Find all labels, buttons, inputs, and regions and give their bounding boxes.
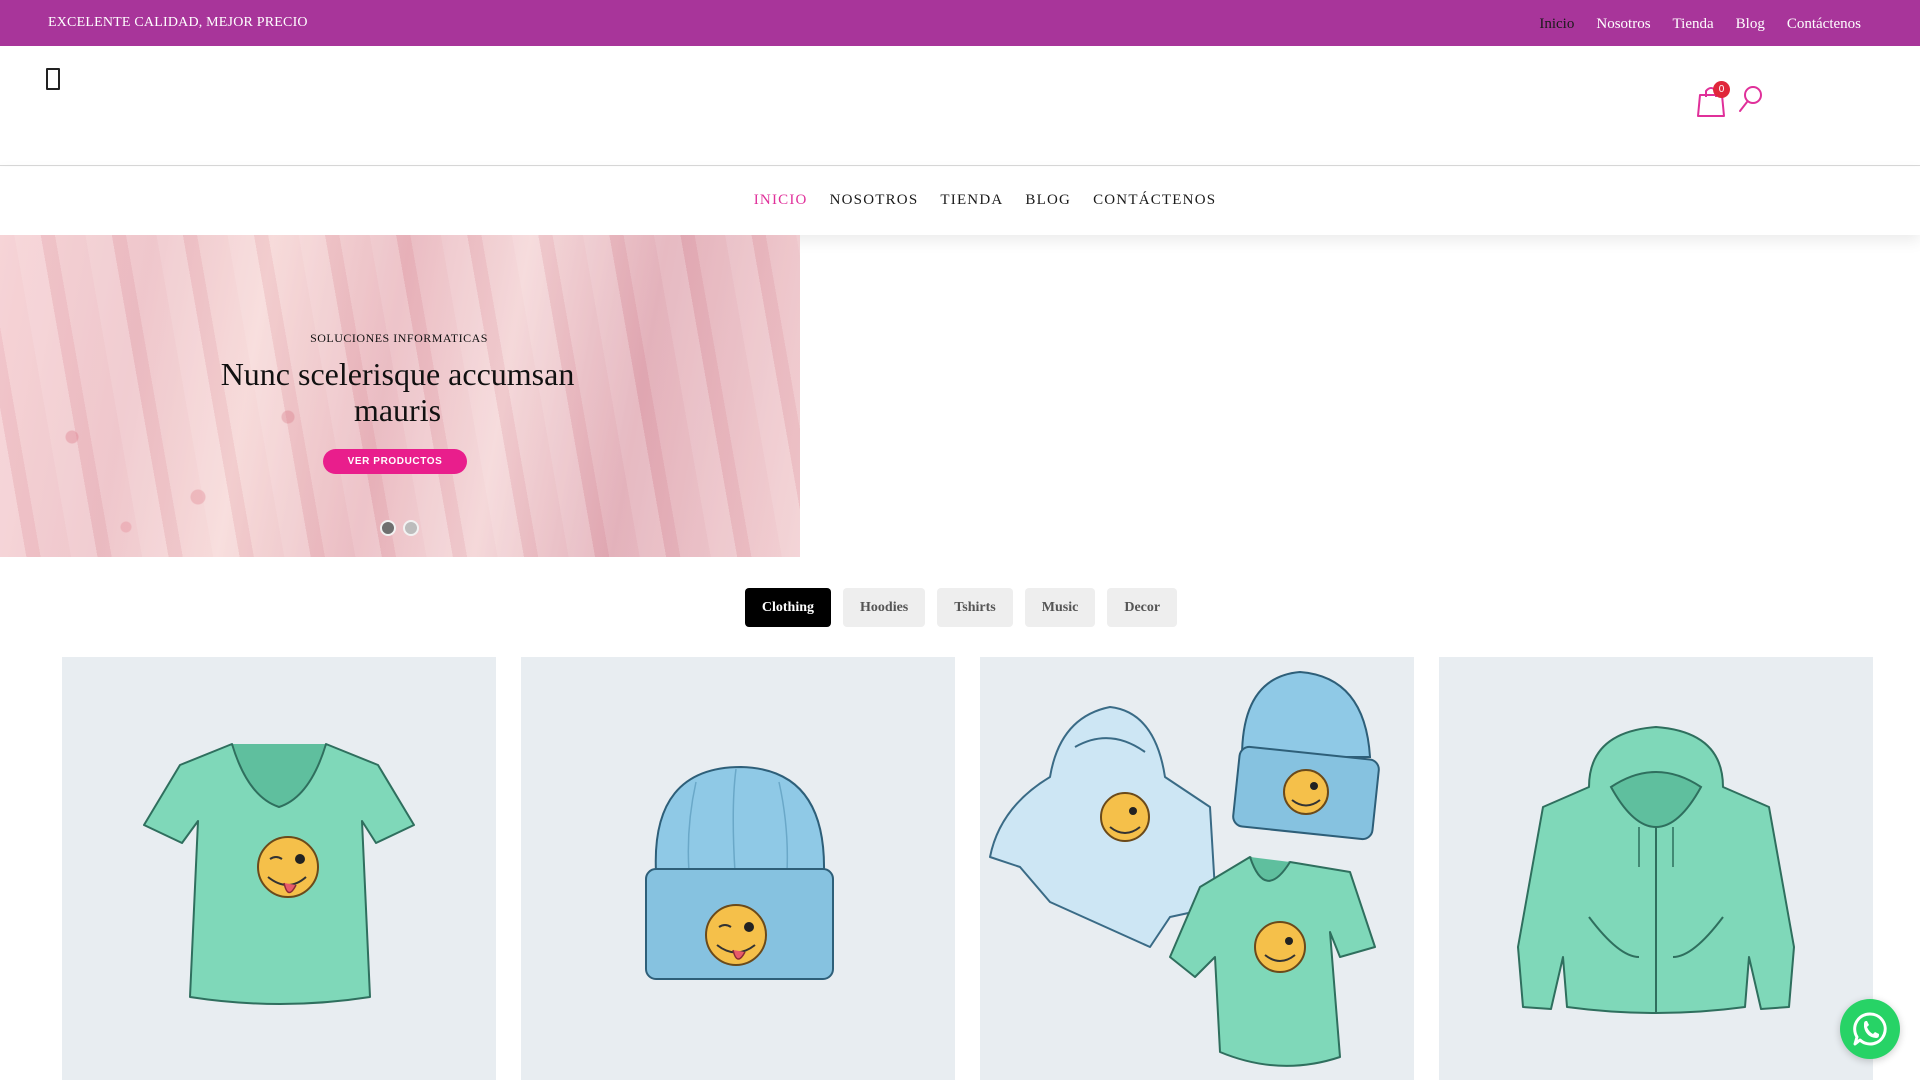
slider-bullet-2[interactable] — [403, 520, 419, 536]
hero-headline: Nunc scelerisque accumsan mauris — [220, 356, 575, 428]
product-card-beanie[interactable] — [521, 657, 955, 1080]
slider-bullet-1[interactable] — [380, 520, 396, 536]
nav-item-nosotros[interactable]: NOSOTROS — [830, 192, 919, 209]
hero-kicker: SOLUCIONES INFORMATICAS — [310, 331, 488, 345]
v-neck-tshirt-winking-emoji-image — [143, 743, 415, 1005]
nav-item-inicio[interactable]: INICIO — [754, 192, 808, 209]
zip-hoodie-image — [1517, 726, 1795, 1014]
top-nav-contactenos[interactable]: Contáctenos — [1787, 16, 1861, 33]
hero-slider: SOLUCIONES INFORMATICAS Nunc scelerisque… — [0, 235, 800, 557]
hoodie-beanie-tshirt-bundle-image — [989, 670, 1380, 1067]
top-nav-nosotros[interactable]: Nosotros — [1596, 16, 1650, 33]
top-bar: EXCELENTE CALIDAD, MEJOR PRECIO Inicio N… — [0, 0, 1920, 46]
top-nav-blog[interactable]: Blog — [1736, 16, 1765, 33]
product-card-tshirt[interactable] — [62, 657, 496, 1080]
nav-item-blog[interactable]: BLOG — [1025, 192, 1071, 209]
nav-item-tienda[interactable]: TIENDA — [940, 192, 1003, 209]
category-tabs: Clothing Hoodies Tshirts Music Decor — [0, 588, 1920, 627]
tab-decor[interactable]: Decor — [1107, 588, 1178, 627]
whatsapp-button[interactable] — [1840, 999, 1900, 1059]
top-nav-tienda[interactable]: Tienda — [1673, 16, 1714, 33]
tab-music[interactable]: Music — [1024, 588, 1096, 627]
site-header: 0 — [0, 46, 1920, 166]
tagline: EXCELENTE CALIDAD, MEJOR PRECIO — [48, 15, 308, 30]
nav-item-contactenos[interactable]: CONTÁCTENOS — [1093, 192, 1216, 209]
view-products-button[interactable]: VER PRODUCTOS — [323, 449, 467, 474]
product-card-zip-hoodie[interactable] — [1439, 657, 1873, 1080]
main-nav: INICIO NOSOTROS TIENDA BLOG CONTÁCTENOS — [0, 167, 1920, 235]
tab-clothing[interactable]: Clothing — [744, 588, 832, 627]
top-nav: Inicio Nosotros Tienda Blog Contáctenos — [1539, 16, 1861, 33]
whatsapp-icon — [1853, 1012, 1887, 1046]
cart-count-badge: 0 — [1713, 81, 1730, 98]
beanie-winking-emoji-image — [645, 765, 834, 980]
top-nav-inicio[interactable]: Inicio — [1539, 16, 1574, 33]
tab-tshirts[interactable]: Tshirts — [937, 588, 1013, 627]
menu-icon[interactable] — [46, 68, 60, 90]
tab-hoodies[interactable]: Hoodies — [843, 588, 926, 627]
product-card-bundle[interactable] — [980, 657, 1414, 1080]
search-icon[interactable] — [1737, 84, 1765, 114]
